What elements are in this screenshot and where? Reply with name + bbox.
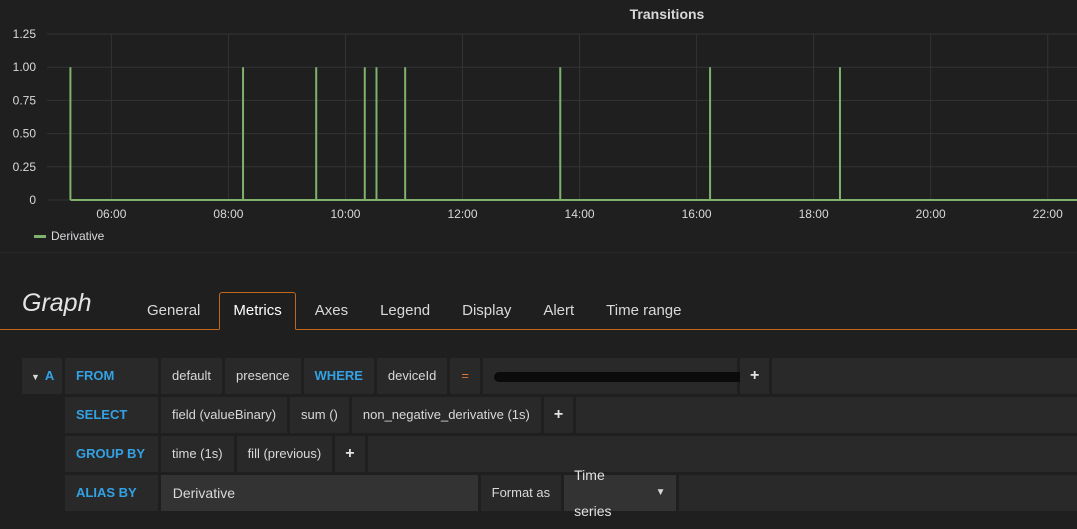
y-tick-label: 1.00	[13, 60, 37, 74]
tab-legend[interactable]: Legend	[367, 292, 443, 330]
x-tick-label: 18:00	[799, 207, 829, 221]
select-field-segment[interactable]: field (valueBinary)	[161, 397, 288, 433]
alias-row: ALIAS BY Derivative Format as Time serie…	[65, 467, 1077, 519]
format-select-value: Time series	[574, 467, 612, 519]
query-ref-id: A	[44, 368, 55, 383]
group-by-row: GROUP BY time (1s) fill (previous) +	[65, 436, 1077, 472]
add-group-button[interactable]: +	[335, 436, 365, 472]
tab-metrics[interactable]: Metrics	[219, 292, 296, 330]
format-as-label: Format as	[480, 475, 562, 511]
caret-down-icon: ▼	[31, 372, 40, 382]
legend-label: Derivative	[51, 229, 105, 243]
x-tick-label: 08:00	[213, 207, 243, 221]
y-tick-label: 0	[29, 193, 36, 207]
format-select[interactable]: Time series ▼	[564, 467, 676, 519]
graph-panel: 0 0.25 0.50 0.75 1.00 1.25 06:00 08:00 10:00 12:0…	[0, 0, 1077, 253]
row-filler	[678, 475, 1077, 511]
tab-alert[interactable]: Alert	[530, 292, 587, 330]
row-filler	[576, 397, 1077, 433]
tab-display[interactable]: Display	[449, 292, 524, 330]
chevron-down-icon: ▼	[655, 487, 666, 498]
editor-tabs: General Metrics Axes Legend Display Aler…	[134, 292, 700, 330]
add-select-button[interactable]: +	[543, 397, 574, 433]
row-filler	[772, 358, 1077, 394]
x-tick-label: 22:00	[1033, 207, 1063, 221]
measurement-segment[interactable]: presence	[225, 358, 301, 394]
group-fill-segment[interactable]: fill (previous)	[236, 436, 333, 472]
where-operator[interactable]: =	[450, 358, 480, 394]
where-key-segment[interactable]: deviceId	[376, 358, 448, 394]
query-ref-toggle[interactable]: ▼ A	[22, 358, 62, 394]
select-row: SELECT field (valueBinary) sum () non_ne…	[65, 397, 1077, 433]
legend-item[interactable]: Derivative	[34, 229, 104, 243]
group-by-keyword: GROUP BY	[65, 436, 158, 472]
select-derivative-segment[interactable]: non_negative_derivative (1s)	[351, 397, 541, 433]
y-tick-label: 0.75	[13, 93, 37, 107]
alias-input[interactable]: Derivative	[160, 475, 478, 511]
x-tick-label: 20:00	[916, 207, 946, 221]
redacted-value	[493, 371, 744, 382]
select-sum-segment[interactable]: sum ()	[290, 397, 349, 433]
add-where-button[interactable]: +	[739, 358, 770, 394]
panel-editor: Graph General Metrics Axes Legend Displa…	[0, 253, 1077, 527]
policy-segment[interactable]: default	[161, 358, 223, 394]
editor-header: Graph General Metrics Axes Legend Displa…	[0, 253, 1077, 330]
group-time-segment[interactable]: time (1s)	[161, 436, 234, 472]
y-tick-label: 1.25	[13, 27, 37, 41]
row-filler	[367, 436, 1077, 472]
y-tick-label: 0.25	[13, 160, 37, 174]
legend-swatch	[34, 234, 46, 238]
chart-title: Transitions	[629, 6, 705, 22]
editor-title: Graph	[22, 289, 92, 317]
tab-general[interactable]: General	[134, 292, 213, 330]
y-tick-label: 0.50	[13, 127, 37, 141]
x-tick-label: 14:00	[565, 207, 595, 221]
x-tick-label: 12:00	[447, 207, 477, 221]
alias-keyword: ALIAS BY	[65, 475, 158, 511]
select-keyword: SELECT	[65, 397, 158, 433]
x-tick-label: 10:00	[330, 207, 360, 221]
x-tick-label: 16:00	[682, 207, 712, 221]
from-row: FROM default presence WHERE deviceId = +	[65, 358, 1077, 394]
chart: 0 0.25 0.50 0.75 1.00 1.25 06:00 08:00 10:00 12:0…	[13, 27, 1077, 221]
tab-time-range[interactable]: Time range	[593, 292, 694, 330]
from-keyword: FROM	[65, 358, 158, 394]
x-tick-label: 06:00	[96, 207, 126, 221]
where-keyword: WHERE	[303, 358, 374, 394]
where-value-segment[interactable]	[482, 358, 744, 394]
tab-axes[interactable]: Axes	[302, 292, 361, 330]
